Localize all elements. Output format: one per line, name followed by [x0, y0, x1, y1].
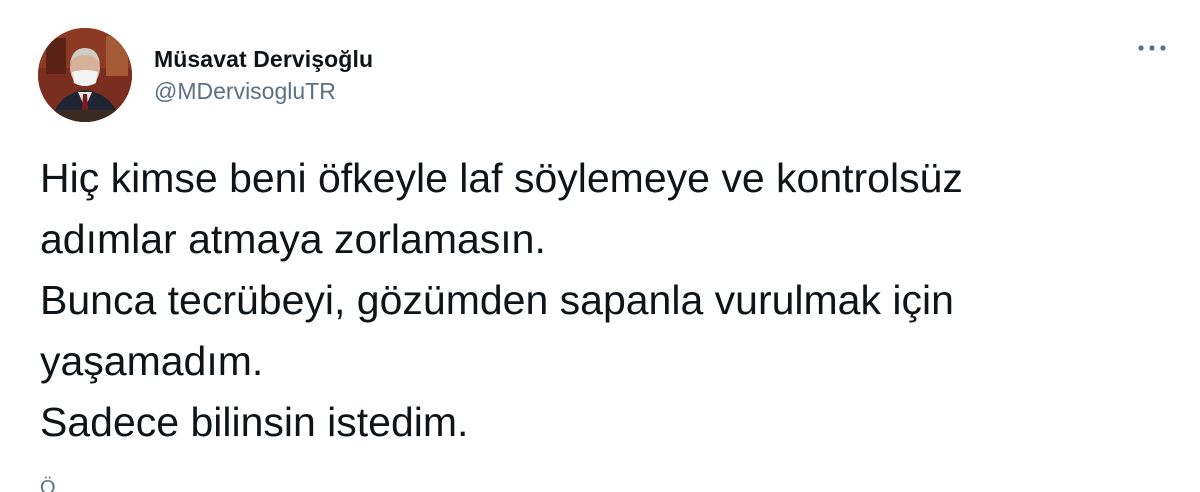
author-handle[interactable]: @MDervisogluTR [154, 76, 373, 106]
tweet-card: Müsavat Dervişoğlu @MDervisogluTR Hiç ki… [0, 0, 1200, 492]
tweet-text-line: Hiç kimse beni öfkeyle laf söylemeye ve … [40, 155, 963, 201]
author-identity: Müsavat Dervişoğlu @MDervisogluTR [154, 44, 373, 106]
tweet-text-line: Bunca tecrübeyi, gözümden sapanla vurulm… [40, 277, 954, 323]
author-display-name[interactable]: Müsavat Dervişoğlu [154, 44, 373, 74]
tweet-text-line: Sadece bilinsin istedim. [40, 399, 469, 445]
more-horizontal-icon [1138, 45, 1166, 51]
tweet-text: Hiç kimse beni öfkeyle laf söylemeye ve … [40, 148, 1160, 453]
tweet-header: Müsavat Dervişoğlu @MDervisogluTR [38, 28, 373, 122]
avatar-image [38, 28, 132, 122]
tweet-timestamp[interactable]: Ö [40, 476, 56, 492]
tweet-text-line: adımlar atmaya zorlamasın. [40, 216, 546, 262]
more-options-button[interactable] [1132, 36, 1172, 60]
tweet-text-line: yaşamadım. [40, 338, 264, 384]
avatar[interactable] [38, 28, 132, 122]
